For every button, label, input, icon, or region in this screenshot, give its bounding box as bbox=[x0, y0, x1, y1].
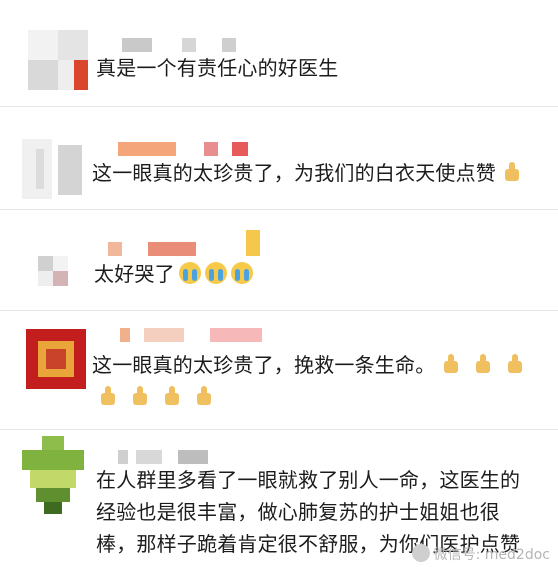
watermark: 微信号: med2doc bbox=[411, 544, 550, 564]
username-blurred[interactable] bbox=[108, 230, 268, 256]
avatar[interactable] bbox=[26, 329, 86, 389]
comment-text-body: 这一眼真的太珍贵了，挽救一条生命。 bbox=[92, 353, 436, 377]
watermark-text: 微信号: med2doc bbox=[433, 547, 550, 563]
thumbs-up-icon bbox=[501, 161, 523, 183]
thumbs-up-icon bbox=[472, 353, 494, 375]
thumbs-up-icon bbox=[161, 385, 183, 407]
comment-text: 真是一个有责任心的好医生 bbox=[96, 56, 339, 80]
wechat-icon bbox=[411, 544, 430, 562]
comment-2: 这一眼真的太珍贵了，为我们的白衣天使点赞 bbox=[0, 107, 558, 209]
username-blurred[interactable] bbox=[122, 38, 242, 52]
avatar[interactable] bbox=[22, 139, 82, 199]
avatar[interactable] bbox=[38, 256, 68, 286]
thumbs-up-icon bbox=[193, 385, 215, 407]
thumbs-up-icon bbox=[504, 353, 526, 375]
username-blurred[interactable] bbox=[118, 142, 258, 156]
thumbs-up-icon bbox=[97, 385, 119, 407]
username-blurred[interactable] bbox=[120, 328, 270, 342]
username-blurred[interactable] bbox=[118, 450, 248, 464]
comment-text: 这一眼真的太珍贵了，为我们的白衣天使点赞 bbox=[92, 157, 528, 189]
comment-1: 真是一个有责任心的好医生 bbox=[0, 0, 558, 105]
crying-face-icon bbox=[230, 262, 253, 284]
thumbs-up-icon bbox=[440, 353, 462, 375]
comment-text-body: 太好哭了 bbox=[94, 262, 175, 286]
comment-text-body: 这一眼真的太珍贵了，为我们的白衣天使点赞 bbox=[92, 161, 496, 185]
crying-face-icon bbox=[178, 262, 201, 284]
comment-text-emojis bbox=[92, 381, 220, 413]
crying-face-icon bbox=[204, 262, 227, 284]
comment-text: 太好哭了 bbox=[94, 258, 253, 290]
comment-4: 这一眼真的太珍贵了，挽救一条生命。 bbox=[0, 311, 558, 429]
comment-text: 这一眼真的太珍贵了，挽救一条生命。 bbox=[92, 349, 552, 381]
avatar[interactable] bbox=[22, 436, 84, 514]
avatar[interactable] bbox=[28, 30, 88, 90]
thumbs-up-icon bbox=[129, 385, 151, 407]
comment-3: 太好哭了 bbox=[0, 210, 558, 310]
